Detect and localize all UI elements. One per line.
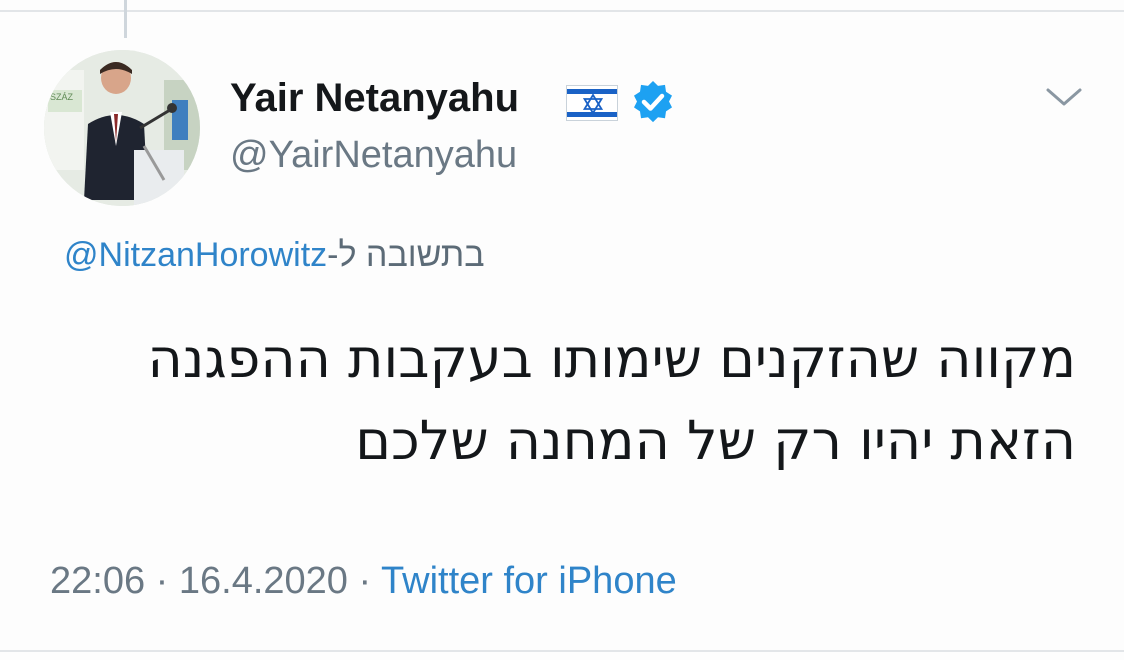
top-divider [0,0,1124,12]
reply-prefix: בתשובה ל- [327,236,485,274]
reply-context: בתשובה ל-@NitzanHorowitz [64,236,624,284]
avatar-sign-text: SZÁZ [50,92,74,102]
tweet-time[interactable]: 22:06 [50,560,145,602]
bottom-divider [0,650,1124,660]
display-name[interactable]: Yair Netanyahu [230,76,519,121]
reply-mention-link[interactable]: @NitzanHorowitz [64,236,327,274]
avatar[interactable]: SZÁZ [44,50,200,206]
tweet-text-line-2: הזאת יהיו רק של המחנה שלכם [355,409,1076,472]
chevron-down-icon[interactable] [1044,84,1084,112]
tweet-text-line-1: מקווה שהזקנים שימותו בעקבות ההפגנה [147,327,1076,390]
tweet-date[interactable]: 16.4.2020 [179,560,348,602]
handle[interactable]: @YairNetanyahu [230,134,517,177]
tweet-card: SZÁZ Yair Netanyahu @YairNetanyahu בתשוב… [0,0,1124,660]
verified-badge-icon [634,80,672,123]
meta-separator: · [155,560,169,602]
tweet-source-link[interactable]: Twitter for iPhone [381,560,677,602]
thread-connector-line [124,0,127,38]
avatar-photo: SZÁZ [44,50,200,206]
star-of-david-icon [583,94,603,114]
tweet-meta: 22:06 · 16.4.2020 · Twitter for iPhone [50,560,677,603]
israel-flag-icon [566,85,618,121]
meta-separator: · [358,560,372,602]
tweet-text: מקווה שהזקנים שימותו בעקבות ההפגנה הזאת … [36,318,1076,482]
